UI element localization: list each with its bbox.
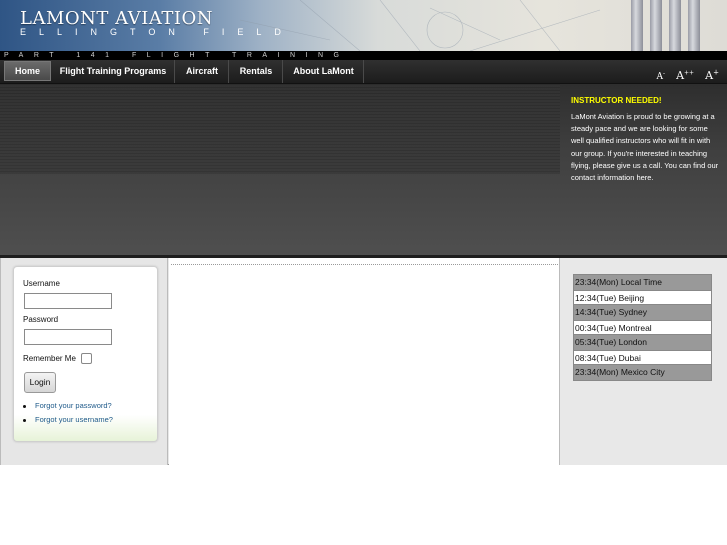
font-size-controls: A- A++ A+ (650, 64, 719, 83)
site-header: LAMONT AVIATION ELLINGTON FIELD (0, 0, 727, 51)
dotted-divider (171, 264, 558, 265)
world-clock-row: 23:34(Mon) Local Time (574, 275, 711, 290)
forgot-password-link[interactable]: Forgot your password? (35, 401, 112, 410)
world-clock-row: 14:34(Tue) Sydney (574, 305, 711, 320)
font-reset-button[interactable]: A++ (676, 69, 694, 82)
world-clock-list: 23:34(Mon) Local Time 12:34(Tue) Beijing… (573, 274, 712, 381)
world-clock-row: 00:34(Tue) Montreal (574, 320, 711, 335)
tagline: PART 141 FLIGHT TRAINING (4, 52, 350, 59)
notice-title: INSTRUCTOR NEEDED! (571, 96, 662, 105)
font-smaller-button[interactable]: A- (656, 70, 665, 82)
remember-me-checkbox[interactable] (81, 353, 92, 364)
instructor-notice: INSTRUCTOR NEEDED! LaMont Aviation is pr… (571, 96, 721, 184)
login-button[interactable]: Login (24, 372, 56, 393)
banner-texture (0, 84, 560, 174)
banner-area: INSTRUCTOR NEEDED! LaMont Aviation is pr… (0, 84, 727, 256)
font-larger-mark: + (713, 68, 719, 77)
main-nav: Home Flight Training Programs Aircraft R… (0, 60, 727, 84)
content-area: Username Password Remember Me Login Forg… (0, 258, 727, 465)
username-label: Username (23, 279, 60, 288)
forgot-password-item: Forgot your password? (23, 401, 112, 410)
password-label: Password (23, 315, 59, 324)
remember-me-label: Remember Me (23, 354, 76, 363)
main-column (169, 258, 560, 465)
bullet-dot-icon (23, 404, 26, 408)
password-input[interactable] (24, 329, 112, 345)
nav-home[interactable]: Home (4, 61, 51, 81)
tagline-bar: PART 141 FLIGHT TRAINING (0, 51, 727, 60)
nav-about-lamont[interactable]: About LaMont (284, 60, 364, 83)
font-reset-mark: ++ (684, 69, 695, 77)
header-pillar (631, 0, 643, 51)
header-pillar (669, 0, 681, 51)
font-larger-letter: A (705, 69, 714, 82)
right-column: 23:34(Mon) Local Time 12:34(Tue) Beijing… (560, 258, 727, 465)
forgot-username-item: Forgot your username? (23, 415, 113, 424)
notice-body: LaMont Aviation is proud to be growing a… (571, 112, 719, 183)
world-clock-row: 08:34(Tue) Dubai (574, 350, 711, 365)
world-clock-row: 12:34(Tue) Beijing (574, 290, 711, 305)
header-pillar (688, 0, 700, 51)
world-clock-row: 05:34(Tue) London (574, 335, 711, 350)
bullet-dot-icon (23, 418, 26, 422)
forgot-username-link[interactable]: Forgot your username? (35, 415, 113, 424)
nav-flight-training-programs[interactable]: Flight Training Programs (52, 60, 175, 83)
font-larger-button[interactable]: A+ (705, 68, 719, 82)
nav-rentals[interactable]: Rentals (230, 60, 283, 83)
logo-title[interactable]: LAMONT AVIATION (20, 8, 213, 29)
left-column: Username Password Remember Me Login Forg… (0, 258, 168, 465)
world-clock-row: 23:34(Mon) Mexico City (574, 365, 711, 380)
nav-aircraft[interactable]: Aircraft (176, 60, 229, 83)
font-reset-letter: A (676, 69, 685, 82)
header-pillar (650, 0, 662, 51)
font-smaller-mark: - (662, 70, 665, 77)
username-input[interactable] (24, 293, 112, 309)
login-form: Username Password Remember Me Login Forg… (13, 266, 158, 442)
logo-subtitle: ELLINGTON FIELD (20, 27, 294, 37)
